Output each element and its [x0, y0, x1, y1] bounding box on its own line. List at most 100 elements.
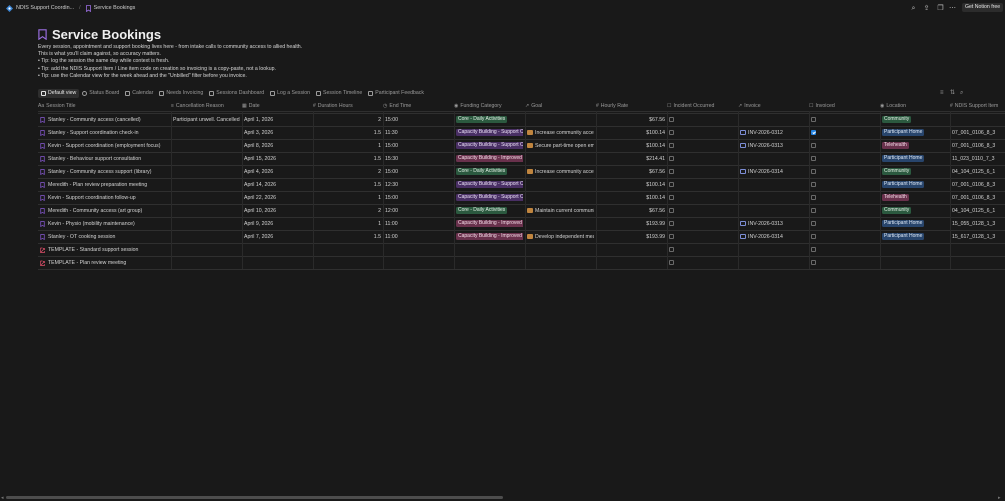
invoice-cell[interactable]: INV-2026-0313	[740, 217, 807, 230]
duration-hours-cell[interactable]	[315, 256, 381, 269]
invoice-cell[interactable]	[740, 152, 807, 165]
goal-cell[interactable]	[527, 191, 594, 204]
column-header-end-time[interactable]: ◷ End Time	[383, 101, 452, 111]
session-title-cell[interactable]: Stanley - Support coordination check-in	[40, 126, 169, 139]
invoiced-checkbox[interactable]	[811, 234, 816, 239]
search-icon[interactable]: ⌕	[909, 4, 918, 13]
invoice-cell[interactable]: INV-2026-0312	[740, 126, 807, 139]
funding-category-cell[interactable]: Capacity Building - Improved Relationshi…	[456, 152, 523, 165]
location-cell[interactable]	[882, 243, 948, 256]
end-time-cell[interactable]: 12:30	[385, 178, 452, 191]
end-time-cell[interactable]: 15:00	[385, 165, 452, 178]
goal-cell[interactable]: Maintain current community connections	[527, 204, 594, 217]
goal-cell[interactable]: Develop independent meal preparation	[527, 230, 594, 243]
ndis-support-item-cell[interactable]: 07_001_0106_8_3	[952, 178, 1005, 191]
goal-cell[interactable]	[527, 256, 594, 269]
hourly-rate-cell[interactable]	[598, 256, 665, 269]
funding-category-cell[interactable]: Capacity Building - Support Coordination	[456, 126, 523, 139]
get-notion-free-button[interactable]: Get Notion free	[962, 3, 1004, 12]
hourly-rate-cell[interactable]	[598, 243, 665, 256]
ndis-support-item-cell[interactable]: 15_055_0128_1_3	[952, 217, 1005, 230]
ndis-support-item-cell[interactable]: 07_001_0106_8_3	[952, 126, 1005, 139]
end-time-cell[interactable]: 15:00	[385, 191, 452, 204]
column-header-invoiced[interactable]: ☐ Invoiced	[809, 101, 878, 111]
invoice-cell[interactable]	[740, 204, 807, 217]
ndis-support-item-cell[interactable]	[952, 113, 1005, 126]
funding-category-cell[interactable]: Core - Daily Activities	[456, 204, 523, 217]
tab-log-a-session[interactable]: Log a Session	[267, 89, 313, 98]
more-icon[interactable]: ⋯	[948, 4, 957, 13]
location-cell[interactable]: Participant Home	[882, 152, 948, 165]
goal-cell[interactable]	[527, 243, 594, 256]
invoice-cell[interactable]: INV-2026-0314	[740, 230, 807, 243]
ndis-support-item-cell[interactable]: 11_023_0110_7_3	[952, 152, 1005, 165]
session-title-cell[interactable]: Stanley - Community access support (libr…	[40, 165, 169, 178]
invoice-cell[interactable]	[740, 243, 807, 256]
scroll-left-icon[interactable]: ◂	[1, 495, 4, 501]
funding-category-cell[interactable]: Capacity Building - Improved Daily Livin…	[456, 217, 523, 230]
hourly-rate-cell[interactable]: $100.14	[598, 126, 665, 139]
goal-cell[interactable]: Increase community access	[527, 126, 594, 139]
funding-category-cell[interactable]: Core - Daily Activities	[456, 113, 523, 126]
date-cell[interactable]: April 1, 2026	[244, 113, 311, 126]
cancellation-reason-cell[interactable]	[173, 191, 240, 204]
goal-cell[interactable]	[527, 217, 594, 230]
cancellation-reason-cell[interactable]	[173, 139, 240, 152]
hourly-rate-cell[interactable]: $214.41	[598, 152, 665, 165]
incident-occurred-checkbox[interactable]	[669, 260, 674, 265]
session-title-cell[interactable]: TEMPLATE - Standard support session	[40, 243, 169, 256]
goal-cell[interactable]: Increase community access	[527, 165, 594, 178]
invoiced-checkbox[interactable]	[811, 182, 816, 187]
hourly-rate-cell[interactable]: $67.56	[598, 113, 665, 126]
date-cell[interactable]: April 4, 2026	[244, 165, 311, 178]
ndis-support-item-cell[interactable]: 04_104_0125_6_1	[952, 204, 1005, 217]
duration-hours-cell[interactable]: 1.5	[315, 230, 381, 243]
end-time-cell[interactable]: 12:00	[385, 204, 452, 217]
column-header-cancellation-reason[interactable]: ≡ Cancellation Reason	[171, 101, 240, 111]
cancellation-reason-cell[interactable]	[173, 256, 240, 269]
date-cell[interactable]	[244, 243, 311, 256]
end-time-cell[interactable]: 15:00	[385, 139, 452, 152]
incident-occurred-checkbox[interactable]	[669, 195, 674, 200]
invoiced-checkbox[interactable]	[811, 247, 816, 252]
invoice-cell[interactable]	[740, 256, 807, 269]
funding-category-cell[interactable]: Capacity Building - Support Coordination	[456, 191, 523, 204]
duration-hours-cell[interactable]: 1	[315, 217, 381, 230]
date-cell[interactable]: April 22, 2026	[244, 191, 311, 204]
incident-occurred-checkbox[interactable]	[669, 221, 674, 226]
cancellation-reason-cell[interactable]	[173, 217, 240, 230]
column-header-location[interactable]: ◉ Location	[880, 101, 948, 111]
share-icon[interactable]: ⇪	[922, 4, 931, 13]
column-header-invoice[interactable]: ↗ Invoice	[738, 101, 807, 111]
duration-hours-cell[interactable]: 2	[315, 113, 381, 126]
date-cell[interactable]: April 14, 2026	[244, 178, 311, 191]
location-cell[interactable]: Participant Home	[882, 217, 948, 230]
invoiced-checkbox[interactable]	[811, 221, 816, 226]
invoice-cell[interactable]: INV-2026-0314	[740, 165, 807, 178]
hourly-rate-cell[interactable]: $193.99	[598, 217, 665, 230]
date-cell[interactable]: April 8, 2026	[244, 139, 311, 152]
location-cell[interactable]	[882, 256, 948, 269]
location-cell[interactable]: Community	[882, 113, 948, 126]
session-title-cell[interactable]: Meredith - Plan review preparation meeti…	[40, 178, 169, 191]
location-cell[interactable]: Community	[882, 204, 948, 217]
end-time-cell[interactable]	[385, 256, 452, 269]
incident-occurred-checkbox[interactable]	[669, 208, 674, 213]
incident-occurred-checkbox[interactable]	[669, 182, 674, 187]
column-header-funding-category[interactable]: ◉ Funding Category	[454, 101, 523, 111]
cancellation-reason-cell[interactable]	[173, 243, 240, 256]
location-cell[interactable]: Participant Home	[882, 230, 948, 243]
funding-category-cell[interactable]	[456, 256, 523, 269]
incident-occurred-checkbox[interactable]	[669, 143, 674, 148]
invoiced-checkbox[interactable]	[811, 195, 816, 200]
date-cell[interactable]	[244, 256, 311, 269]
sort-icon[interactable]: ⇅	[950, 89, 955, 97]
ndis-support-item-cell[interactable]	[952, 256, 1005, 269]
date-cell[interactable]: April 15, 2026	[244, 152, 311, 165]
goal-cell[interactable]	[527, 178, 594, 191]
horizontal-scrollbar[interactable]	[6, 496, 503, 499]
duration-hours-cell[interactable]: 1.5	[315, 178, 381, 191]
session-title-cell[interactable]: Meredith - Community access (art group)	[40, 204, 169, 217]
tab-status-board[interactable]: Status Board	[79, 89, 122, 98]
cancellation-reason-cell[interactable]	[173, 126, 240, 139]
